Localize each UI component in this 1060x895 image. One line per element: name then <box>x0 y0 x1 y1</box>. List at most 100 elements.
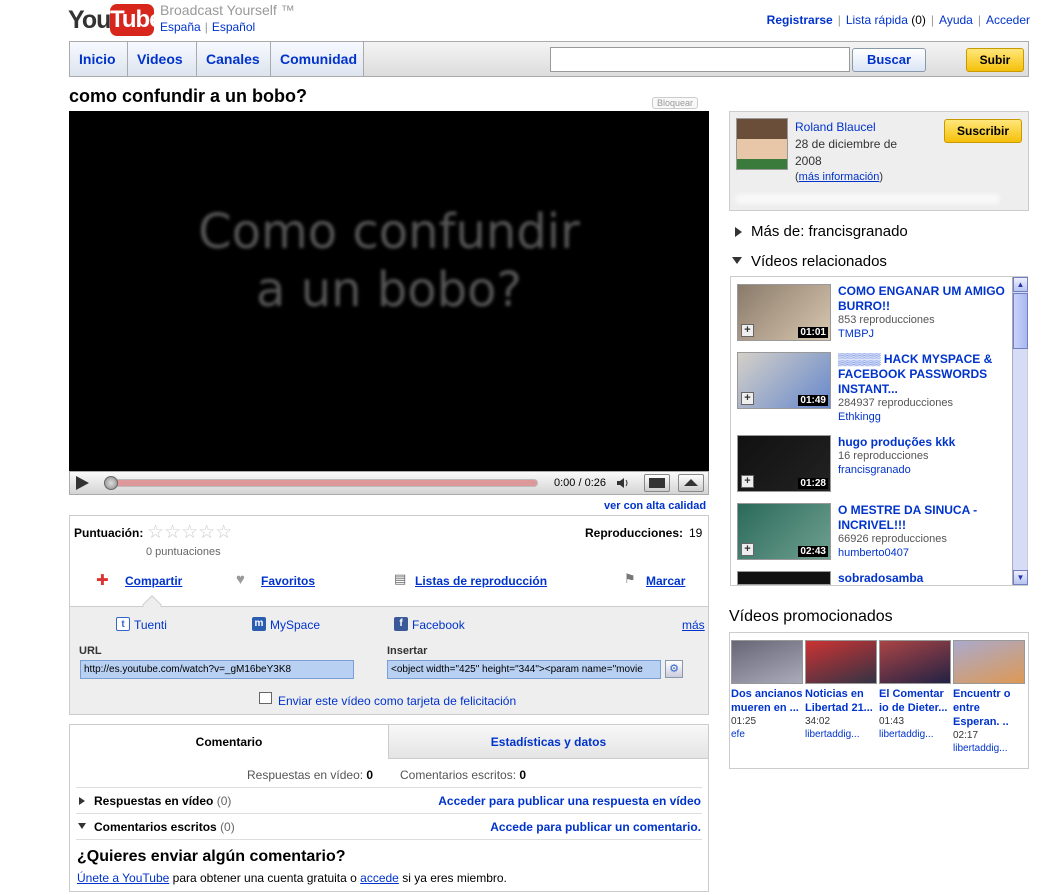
promoted-video-title[interactable]: Noticias en Libertad 21... <box>805 687 877 715</box>
share-more-link[interactable]: más <box>682 618 705 632</box>
promoted-video-user[interactable]: libertaddig... <box>879 728 951 741</box>
related-video-title[interactable]: ▒▒▒▒▒ HACK MYSPACE & FACEBOOK PASSWORDS … <box>838 352 1008 397</box>
video-player[interactable]: Como confundir a un bobo? <box>69 111 709 471</box>
upload-button[interactable]: Subir <box>966 48 1024 72</box>
written-comments-header[interactable]: Comentarios escritos (0) <box>94 820 235 834</box>
rating-stars[interactable]: ☆☆☆☆☆ <box>147 521 232 544</box>
play-icon[interactable] <box>76 476 89 490</box>
promoted-video-thumbnail[interactable] <box>953 640 1025 684</box>
add-to-quicklist-icon[interactable]: + <box>741 324 754 337</box>
flag-button[interactable]: Marcar <box>646 574 685 588</box>
block-button[interactable]: Bloquear <box>652 97 699 109</box>
expand-icon[interactable] <box>735 227 742 237</box>
url-field[interactable]: http://es.youtube.com/watch?v=_gM16beY3K… <box>80 660 354 679</box>
tab-home[interactable]: Inicio <box>70 42 128 76</box>
promoted-video-user[interactable]: libertaddig... <box>953 742 1025 755</box>
promoted-video-thumbnail[interactable] <box>805 640 877 684</box>
collapse-icon[interactable] <box>732 257 742 264</box>
quicklist-count: (0) <box>911 13 926 27</box>
search-button[interactable]: Buscar <box>852 48 926 72</box>
promoted-video-title[interactable]: El Comentar io de Dieter... <box>879 687 951 715</box>
size-toggle-button[interactable] <box>644 474 670 492</box>
help-link[interactable]: Ayuda <box>939 13 973 27</box>
scroll-thumb[interactable] <box>1013 293 1028 349</box>
related-video-item[interactable]: sobradosamba <box>737 571 1009 585</box>
quicklist-link[interactable]: Lista rápida <box>846 13 908 27</box>
collapse-icon[interactable] <box>78 823 86 829</box>
avatar[interactable] <box>736 118 788 170</box>
embed-code-field[interactable]: <object width="425" height="344"><param … <box>387 660 661 679</box>
add-to-quicklist-icon[interactable]: + <box>741 475 754 488</box>
progress-knob[interactable] <box>104 476 118 490</box>
promoted-video-item[interactable]: Dos ancianos mueren en ... 01:25 efe <box>731 640 803 741</box>
promoted-video-thumbnail[interactable] <box>731 640 803 684</box>
signin-comment-link[interactable]: accede <box>360 871 399 885</box>
promoted-video-thumbnail[interactable] <box>879 640 951 684</box>
related-video-title[interactable]: O MESTRE DA SINUCA - INCRIVEL!!! <box>838 503 1008 533</box>
related-video-thumbnail[interactable]: +02:43 <box>737 503 831 560</box>
subscribe-button[interactable]: Suscribir <box>944 119 1022 143</box>
fullscreen-button[interactable] <box>678 474 704 492</box>
more-from-header[interactable]: Más de: francisgranado <box>751 223 908 240</box>
related-video-item[interactable]: +01:01 COMO ENGANAR UM AMIGO BURRO!! 853 r… <box>737 284 1009 346</box>
language-link[interactable]: Español <box>212 20 255 34</box>
signin-link[interactable]: Acceder <box>986 13 1030 27</box>
region-link[interactable]: España <box>160 20 201 34</box>
flag-icon: ⚑ <box>624 571 636 586</box>
related-video-user[interactable]: TMBPJ <box>838 328 874 340</box>
promoted-video-title[interactable]: Dos ancianos mueren en ... <box>731 687 803 715</box>
related-video-thumbnail[interactable]: +01:28 <box>737 435 831 492</box>
register-link[interactable]: Registrarse <box>767 13 833 27</box>
scroll-up-icon[interactable]: ▲ <box>1013 277 1028 292</box>
promoted-video-item[interactable]: Encuentr o entre Esperan. .. 02:17 liberta… <box>953 640 1025 755</box>
related-video-user[interactable]: humberto0407 <box>838 547 909 559</box>
related-video-user[interactable]: Ethkingg <box>838 411 881 423</box>
share-button[interactable]: Compartir <box>125 574 182 588</box>
promoted-video-item[interactable]: El Comentar io de Dieter... 01:43 libertad… <box>879 640 951 741</box>
promoted-video-item[interactable]: Noticias en Libertad 21... 34:02 libertadd… <box>805 640 877 741</box>
related-video-user[interactable]: francisgranado <box>838 464 911 476</box>
uploader-name[interactable]: Roland Blaucel <box>795 120 876 134</box>
join-youtube-link[interactable]: Únete a YouTube <box>77 871 169 885</box>
more-info-link[interactable]: más información <box>799 171 880 183</box>
high-quality-link[interactable]: ver con alta calidad <box>604 500 706 512</box>
scroll-down-icon[interactable]: ▼ <box>1013 570 1028 585</box>
promoted-video-user[interactable]: efe <box>731 728 803 741</box>
related-video-item[interactable]: +02:43 O MESTRE DA SINUCA - INCRIVEL!!! 66… <box>737 503 1009 565</box>
related-video-title[interactable]: hugo produções kkk <box>838 435 1008 450</box>
related-video-title[interactable]: COMO ENGANAR UM AMIGO BURRO!! <box>838 284 1008 314</box>
volume-icon[interactable] <box>616 477 630 489</box>
add-to-quicklist-icon[interactable]: + <box>741 543 754 556</box>
related-video-thumbnail[interactable] <box>737 571 831 585</box>
related-videos-header[interactable]: Vídeos relacionados <box>751 253 887 270</box>
search-input[interactable] <box>550 47 850 72</box>
related-video-thumbnail[interactable]: +01:49 <box>737 352 831 409</box>
progress-bar[interactable] <box>104 479 538 487</box>
tab-community[interactable]: Comunidad <box>271 42 364 76</box>
share-myspace[interactable]: MySpace <box>270 618 320 632</box>
related-video-thumbnail[interactable]: +01:01 <box>737 284 831 341</box>
tab-channels[interactable]: Canales <box>197 42 271 76</box>
share-tuenti[interactable]: Tuenti <box>134 618 167 632</box>
favorites-button[interactable]: Favoritos <box>261 574 315 588</box>
add-to-quicklist-icon[interactable]: + <box>741 392 754 405</box>
myspace-icon: m <box>252 617 266 631</box>
tab-videos[interactable]: Videos <box>128 42 197 76</box>
share-facebook[interactable]: Facebook <box>412 618 465 632</box>
playlists-button[interactable]: Listas de reproducción <box>415 574 547 588</box>
embed-settings-icon[interactable]: ⚙ <box>665 660 683 678</box>
related-video-item[interactable]: +01:28 hugo produções kkk 16 reproduccione… <box>737 435 1009 497</box>
promoted-video-user[interactable]: libertaddig... <box>805 728 877 741</box>
send-ecard-link[interactable]: Enviar este vídeo como tarjeta de felici… <box>278 694 516 708</box>
tab-statistics[interactable]: Estadísticas y datos <box>389 725 708 759</box>
promoted-video-title[interactable]: Encuentr o entre Esperan. .. <box>953 687 1025 729</box>
youtube-logo[interactable]: You Tube <box>68 4 163 36</box>
related-video-item[interactable]: +01:49 ▒▒▒▒▒ HACK MYSPACE & FACEBOOK PASS… <box>737 352 1009 423</box>
post-video-response-link[interactable]: Acceder para publicar una respuesta en v… <box>438 794 701 808</box>
post-comment-link[interactable]: Accede para publicar un comentario. <box>490 820 701 834</box>
tab-comment[interactable]: Comentario <box>70 725 389 759</box>
video-responses-header[interactable]: Respuestas en vídeo (0) <box>94 794 231 808</box>
expand-icon[interactable] <box>79 797 85 805</box>
scrollbar[interactable]: ▲ ▼ <box>1012 277 1028 585</box>
related-video-title[interactable]: sobradosamba <box>838 571 1008 586</box>
